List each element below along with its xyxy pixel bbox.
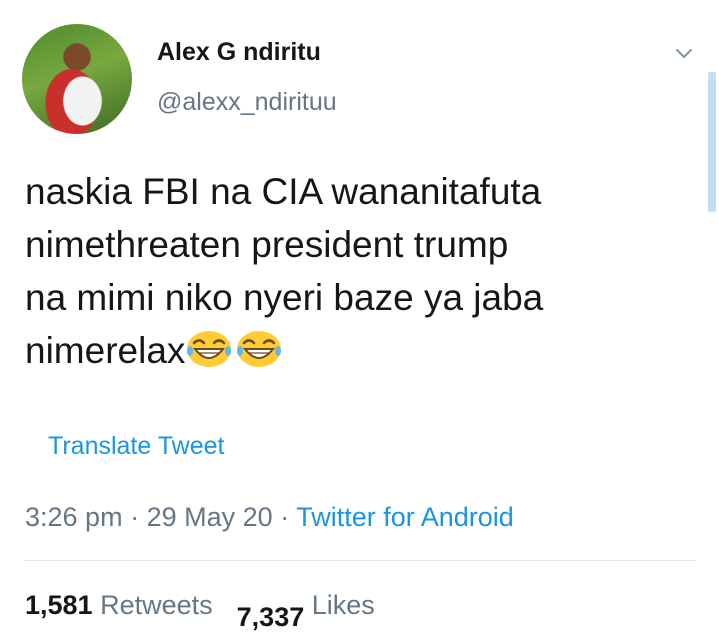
laughing-emoji-icon (237, 331, 282, 367)
tweet-line: nimerelax (25, 324, 685, 377)
meta-separator: · (280, 502, 290, 532)
tweet-line: na mimi niko nyeri baze ya jaba (25, 277, 544, 318)
likes-label: Likes (311, 590, 375, 620)
tweet-meta: 3:26 pm · 29 May 20 · Twitter for Androi… (25, 502, 514, 533)
divider (25, 560, 695, 561)
retweets-count: 1,581 (25, 590, 93, 620)
retweets-label: Retweets (100, 590, 213, 620)
chevron-down-icon[interactable] (674, 44, 694, 64)
likes-stat[interactable]: 7,337 Likes (213, 590, 375, 632)
avatar[interactable] (22, 24, 132, 134)
tweet-source-link[interactable]: Twitter for Android (296, 502, 514, 532)
translate-tweet-link[interactable]: Translate Tweet (48, 432, 224, 461)
tweet-date[interactable]: 29 May 20 (147, 502, 273, 532)
tweet-text: naskia FBI na CIA wananitafuta nimethrea… (25, 165, 685, 377)
tweet-line: naskia FBI na CIA wananitafuta (25, 171, 542, 212)
retweets-stat[interactable]: 1,581 Retweets (25, 590, 213, 620)
tweet-time[interactable]: 3:26 pm (25, 502, 123, 532)
tweet-stats: 1,581 Retweets 7,337 Likes (25, 590, 375, 632)
meta-separator: · (130, 502, 140, 532)
tweet-line: nimethreaten president trump (25, 224, 509, 265)
tweet-line-text: nimerelax (25, 330, 186, 371)
scrollbar[interactable] (708, 72, 716, 212)
likes-count: 7,337 (236, 602, 305, 632)
laughing-emoji-icon (187, 331, 232, 367)
author-handle[interactable]: @alexx_ndirituu (157, 88, 337, 117)
author-name[interactable]: Alex G ndiritu (157, 38, 321, 67)
